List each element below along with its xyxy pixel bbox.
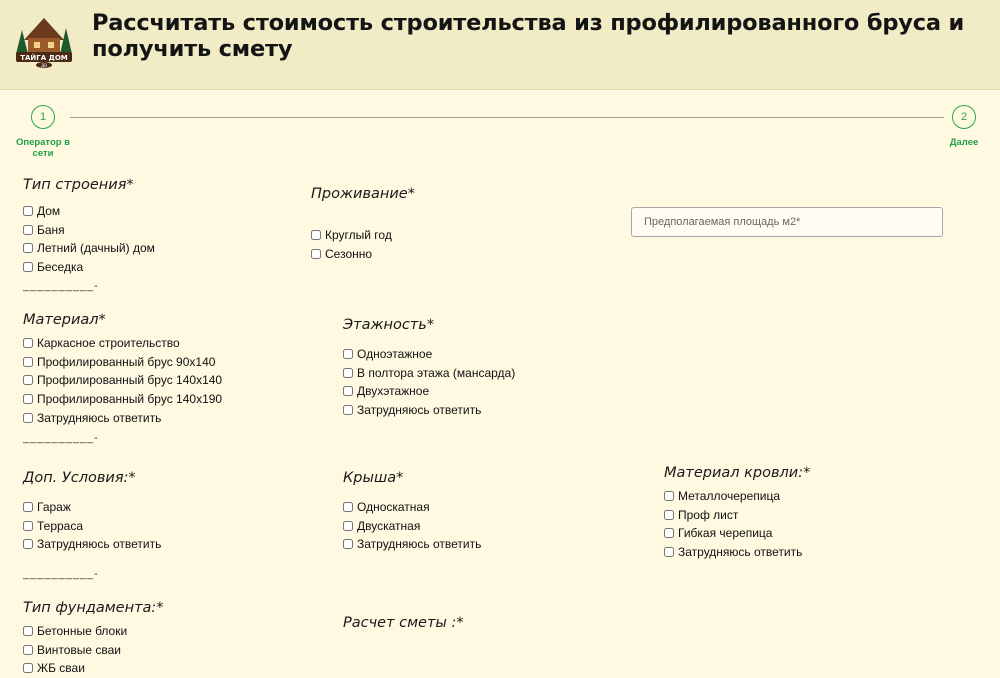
roof-material-checkbox[interactable] bbox=[664, 528, 674, 539]
roof-group: Крыша* Односкатная Двускатная Затрудняюс… bbox=[343, 470, 481, 554]
roof-material-option[interactable]: Гибкая черепица bbox=[664, 524, 810, 543]
roof-option[interactable]: Односкатная bbox=[343, 498, 481, 517]
building-type-checkbox[interactable] bbox=[23, 206, 33, 217]
taiga-dom-logo[interactable]: ТАЙГА ДОМ ДВ bbox=[12, 10, 76, 68]
area-input[interactable] bbox=[631, 207, 943, 237]
roof-checkbox[interactable] bbox=[343, 520, 353, 531]
material-checkbox[interactable] bbox=[23, 338, 33, 349]
material-checkbox[interactable] bbox=[23, 356, 33, 367]
residence-group: Проживание* Круглый год Сезонно bbox=[311, 186, 415, 263]
roof-material-option[interactable]: Проф лист bbox=[664, 506, 810, 525]
page-header: ТАЙГА ДОМ ДВ Рассчитать стоимость строит… bbox=[0, 0, 1000, 90]
floors-checkbox[interactable] bbox=[343, 405, 353, 416]
building-type-checkbox[interactable] bbox=[23, 224, 33, 235]
extra-conditions-option[interactable]: Терраса bbox=[23, 517, 161, 536]
roof-material-title: Материал кровли:* bbox=[664, 465, 811, 481]
building-type-checkbox[interactable] bbox=[23, 243, 33, 254]
roof-material-option[interactable]: Металлочерепица bbox=[664, 487, 810, 506]
roof-option[interactable]: Затрудняюсь ответить bbox=[343, 535, 481, 554]
separator: __________- bbox=[23, 432, 99, 444]
foundation-title: Тип фундамента:* bbox=[23, 600, 164, 616]
roof-material-option[interactable]: Затрудняюсь ответить bbox=[664, 543, 810, 562]
roof-checkbox[interactable] bbox=[343, 502, 353, 513]
building-type-option[interactable]: Дом bbox=[23, 202, 155, 221]
svg-text:ДВ: ДВ bbox=[41, 63, 47, 68]
step-1-circle[interactable]: 1 bbox=[31, 105, 55, 129]
floors-option[interactable]: Двухэтажное bbox=[343, 382, 515, 401]
extra-conditions-option[interactable]: Затрудняюсь ответить bbox=[23, 535, 161, 554]
building-type-group: Тип строения* Дом Баня Летний (дачный) д… bbox=[23, 177, 155, 276]
floors-option[interactable]: В полтора этажа (мансарда) bbox=[343, 364, 515, 383]
building-type-title: Тип строения* bbox=[23, 177, 134, 193]
building-type-option[interactable]: Баня bbox=[23, 221, 155, 240]
extra-conditions-option[interactable]: Гараж bbox=[23, 498, 161, 517]
step-progress-line bbox=[70, 117, 944, 118]
floors-option[interactable]: Затрудняюсь ответить bbox=[343, 401, 515, 420]
material-option[interactable]: Каркасное строительство bbox=[23, 334, 222, 353]
building-type-option[interactable]: Летний (дачный) дом bbox=[23, 239, 155, 258]
page-title: Рассчитать стоимость строительства из пр… bbox=[92, 10, 965, 62]
material-group: Материал* Каркасное строительство Профил… bbox=[23, 312, 222, 427]
floors-group: Этажность* Одноэтажное В полтора этажа (… bbox=[343, 317, 515, 419]
roof-title: Крыша* bbox=[343, 470, 404, 486]
roof-checkbox[interactable] bbox=[343, 539, 353, 550]
material-checkbox[interactable] bbox=[23, 394, 33, 405]
roof-material-checkbox[interactable] bbox=[664, 491, 674, 502]
step-2-circle[interactable]: 2 bbox=[952, 105, 976, 129]
material-title: Материал* bbox=[23, 312, 106, 328]
floors-title: Этажность* bbox=[343, 317, 435, 333]
step-1-label: Оператор в сети bbox=[15, 137, 71, 159]
separator: __________- bbox=[23, 280, 99, 292]
foundation-option[interactable]: Винтовые сваи bbox=[23, 641, 164, 660]
floors-checkbox[interactable] bbox=[343, 367, 353, 378]
extra-conditions-title: Доп. Условия:* bbox=[23, 470, 136, 486]
building-type-option[interactable]: Беседка bbox=[23, 258, 155, 277]
estimate-title: Расчет сметы :* bbox=[343, 615, 464, 631]
floors-checkbox[interactable] bbox=[343, 349, 353, 360]
material-option[interactable]: Затрудняюсь ответить bbox=[23, 408, 222, 427]
roof-material-checkbox[interactable] bbox=[664, 509, 674, 520]
roof-material-checkbox[interactable] bbox=[664, 547, 674, 558]
material-option[interactable]: Профилированный брус 140х190 bbox=[23, 390, 222, 409]
estimate-group: Расчет сметы :* bbox=[343, 615, 464, 640]
floors-checkbox[interactable] bbox=[343, 386, 353, 397]
residence-checkbox[interactable] bbox=[311, 248, 321, 259]
floors-option[interactable]: Одноэтажное bbox=[343, 345, 515, 364]
foundation-checkbox[interactable] bbox=[23, 644, 33, 655]
foundation-checkbox[interactable] bbox=[23, 626, 33, 637]
material-option[interactable]: Профилированный брус 90х140 bbox=[23, 353, 222, 372]
roof-option[interactable]: Двускатная bbox=[343, 517, 481, 536]
material-checkbox[interactable] bbox=[23, 412, 33, 423]
extra-conditions-checkbox[interactable] bbox=[23, 520, 33, 531]
foundation-checkbox[interactable] bbox=[23, 663, 33, 674]
extra-conditions-group: Доп. Условия:* Гараж Терраса Затрудняюсь… bbox=[23, 470, 161, 554]
material-checkbox[interactable] bbox=[23, 375, 33, 386]
foundation-option[interactable]: ЖБ сваи bbox=[23, 659, 164, 678]
extra-conditions-checkbox[interactable] bbox=[23, 539, 33, 550]
material-option[interactable]: Профилированный брус 140х140 bbox=[23, 371, 222, 390]
foundation-option[interactable]: Бетонные блоки bbox=[23, 622, 164, 641]
residence-checkbox[interactable] bbox=[311, 230, 321, 241]
svg-text:ТАЙГА ДОМ: ТАЙГА ДОМ bbox=[20, 53, 68, 62]
extra-conditions-checkbox[interactable] bbox=[23, 502, 33, 513]
separator: __________- bbox=[23, 568, 99, 580]
residence-option[interactable]: Круглый год bbox=[311, 226, 415, 245]
foundation-group: Тип фундамента:* Бетонные блоки Винтовые… bbox=[23, 600, 164, 678]
building-type-checkbox[interactable] bbox=[23, 262, 33, 273]
residence-title: Проживание* bbox=[311, 186, 415, 202]
roof-material-group: Материал кровли:* Металлочерепица Проф л… bbox=[664, 465, 810, 561]
residence-option[interactable]: Сезонно bbox=[311, 245, 415, 264]
step-2-label: Далее bbox=[949, 137, 979, 148]
